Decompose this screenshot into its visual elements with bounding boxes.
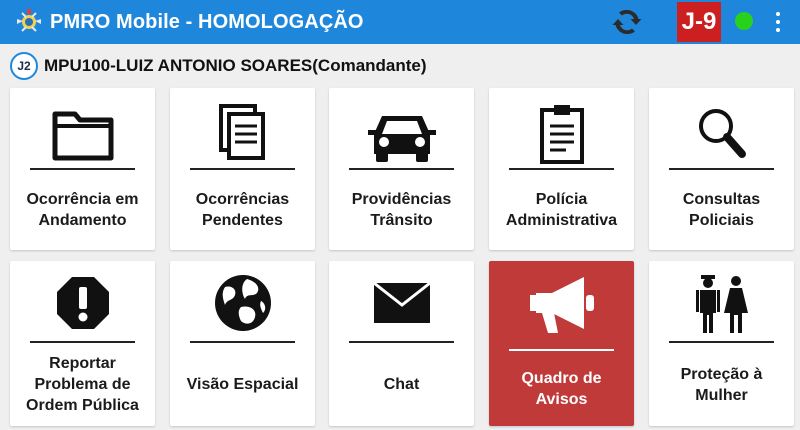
user-bar: J2 MPU100-LUIZ ANTONIO SOARES(Comandante…	[0, 50, 800, 82]
app-title: PMRO Mobile - HOMOLOGAÇÃO	[50, 10, 364, 33]
tile-ocorrencias-pendentes[interactable]: Ocorrências Pendentes	[170, 88, 315, 250]
tile-label: Consultas Policiais	[682, 191, 761, 229]
unit-badge: J-9	[677, 2, 721, 42]
menu-dot-icon	[776, 28, 780, 32]
search-icon	[698, 109, 746, 158]
user-name: MPU100-LUIZ ANTONIO SOARES(Comandante)	[44, 56, 427, 75]
globe-icon	[214, 275, 271, 331]
clipboard-icon	[539, 105, 584, 164]
tile-visao-espacial[interactable]: Visão Espacial	[170, 261, 315, 426]
tile-label: Ocorrência em Andamento	[26, 191, 139, 229]
sync-icon[interactable]	[610, 5, 644, 39]
tile-quadro-avisos[interactable]: Quadro de Avisos	[489, 261, 634, 426]
tile-reportar-problema[interactable]: Reportar Problema de Ordem Pública	[10, 261, 155, 426]
tile-consultas-policiais[interactable]: Consultas Policiais	[649, 88, 794, 250]
tile-chat[interactable]: Chat	[329, 261, 474, 426]
alert-octagon-icon	[56, 277, 109, 329]
tile-providencias-transito[interactable]: Providências Trânsito	[329, 88, 474, 250]
menu-dot-icon	[776, 20, 780, 24]
tile-label: Providências Trânsito	[351, 191, 452, 229]
tile-label: Polícia Administrativa	[505, 191, 618, 229]
tile-label: Quadro de Avisos	[521, 369, 602, 408]
tile-protecao-mulher[interactable]: Proteção à Mulher	[649, 261, 794, 426]
menu-dot-icon	[776, 12, 780, 16]
tile-label: Reportar Problema de Ordem Pública	[26, 355, 139, 414]
tile-policia-administrativa[interactable]: Polícia Administrativa	[489, 88, 634, 250]
man-woman-icon	[695, 275, 748, 333]
overflow-menu-button[interactable]	[768, 8, 788, 36]
folder-icon	[52, 111, 113, 161]
car-icon	[367, 116, 436, 162]
app-bar: PMRO Mobile - HOMOLOGAÇÃO J-9	[0, 0, 800, 44]
documents-icon	[218, 104, 265, 160]
tile-label: Proteção à Mulher	[680, 365, 763, 404]
tile-ocorrencia-andamento[interactable]: Ocorrência em Andamento	[10, 88, 155, 250]
envelope-icon	[372, 281, 431, 323]
status-online-indicator	[735, 12, 753, 30]
tile-label: Visão Espacial	[186, 376, 299, 393]
megaphone-icon	[529, 277, 594, 333]
tile-label: Ocorrências Pendentes	[195, 191, 290, 229]
user-chip: J2	[10, 52, 38, 80]
pmro-logo-icon	[17, 9, 41, 32]
tile-label: Chat	[383, 376, 420, 393]
